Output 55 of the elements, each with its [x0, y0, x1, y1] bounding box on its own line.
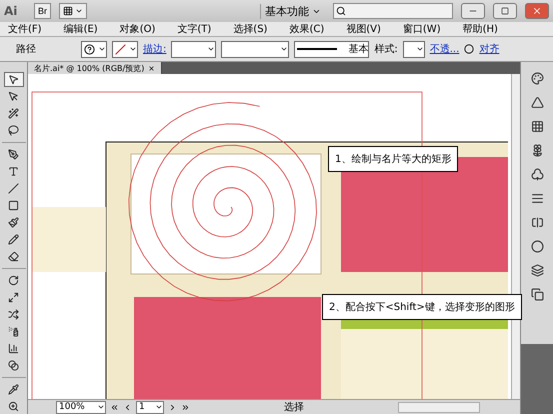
status-tool-label: 选择	[283, 400, 305, 414]
close-button[interactable]	[525, 3, 549, 19]
menu-item[interactable]: 窗口(W)	[402, 22, 441, 36]
grid-icon	[63, 6, 73, 16]
close-icon	[532, 6, 542, 16]
bridge-button[interactable]: Br	[34, 3, 51, 19]
brush-definition-dropdown[interactable]: 基本	[294, 40, 370, 58]
opacity-link[interactable]: 不透...	[430, 42, 460, 56]
search-icon	[336, 6, 346, 16]
next-artboard-icon[interactable]	[168, 402, 177, 412]
caret-icon	[155, 403, 163, 411]
caret-icon	[280, 45, 288, 53]
previous-artboard-icon[interactable]	[123, 402, 132, 412]
menu-item[interactable]: 编辑(E)	[64, 22, 98, 36]
search-field[interactable]	[333, 3, 453, 19]
callout-note: 2、配合按下<Shift>键，选择变形的图形	[322, 294, 522, 320]
arrange-documents-button[interactable]	[59, 3, 87, 19]
menu-item[interactable]: 对象(O)	[120, 22, 156, 36]
horizontal-scrollbar[interactable]	[398, 402, 480, 412]
maximize-icon	[501, 7, 509, 15]
align-link[interactable]: 对齐	[479, 42, 500, 56]
style-dropdown[interactable]	[402, 40, 425, 58]
style-label: 样式:	[374, 42, 398, 56]
artboard-dropdown[interactable]: 1	[136, 400, 164, 414]
stroke-line-icon	[297, 48, 338, 50]
selection-type-label: 路径	[16, 43, 37, 56]
app-logo: Ai	[4, 4, 18, 18]
caret-icon	[75, 7, 83, 15]
stroke-link[interactable]: 描边:	[143, 42, 166, 56]
zoom-dropdown[interactable]: 100%	[56, 400, 106, 414]
caret-icon	[207, 45, 216, 53]
workspace-switcher[interactable]: 基本功能	[260, 4, 325, 18]
stroke-weight-field[interactable]	[171, 40, 216, 58]
callout-note: 1、绘制与名片等大的矩形	[328, 146, 458, 172]
first-artboard-icon[interactable]	[110, 402, 119, 412]
menu-item[interactable]: 文件(F)	[8, 22, 42, 36]
minimize-button[interactable]	[461, 3, 485, 19]
stroke-swatch[interactable]	[112, 40, 138, 58]
document-tab[interactable]: 名片.ai* @ 100% (RGB/预览)	[28, 62, 162, 74]
menu-item[interactable]: 帮助(H)	[462, 22, 498, 36]
caret-icon	[97, 403, 105, 411]
question-mark-icon	[84, 44, 95, 54]
no-stroke-icon	[115, 44, 126, 54]
close-icon[interactable]	[148, 64, 156, 72]
menu-item[interactable]: 效果(C)	[289, 22, 324, 36]
last-artboard-icon[interactable]	[181, 402, 190, 412]
menu-item[interactable]: 选择(S)	[233, 22, 268, 36]
menu-item[interactable]: 文字(T)	[177, 22, 212, 36]
fill-swatch[interactable]	[81, 40, 107, 58]
variable-width-dropdown[interactable]	[221, 40, 290, 58]
caret-icon	[416, 45, 424, 53]
caret-icon	[98, 45, 106, 53]
maximize-button[interactable]	[493, 3, 517, 19]
caret-icon	[129, 45, 137, 53]
menu-item[interactable]: 视图(V)	[346, 22, 381, 36]
